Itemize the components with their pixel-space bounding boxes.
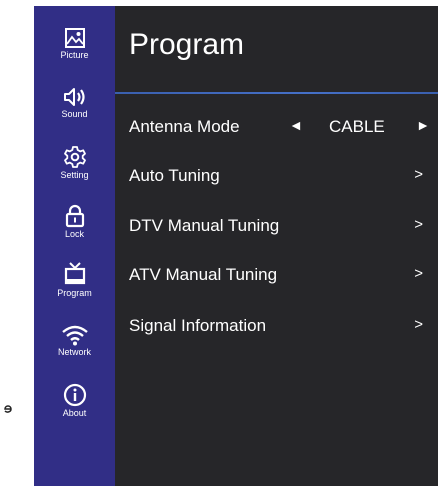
edge-glyph-fragment (4, 405, 12, 413)
sidebar-item-program[interactable]: Program (34, 261, 115, 298)
sidebar-item-sound[interactable]: Sound (34, 86, 115, 119)
left-arrow-icon[interactable]: ◄ (289, 117, 303, 133)
title-divider (115, 92, 438, 94)
sidebar-item-label: Lock (64, 229, 84, 239)
menu-row-auto-tuning[interactable]: Auto Tuning > (115, 158, 438, 192)
sidebar-item-label: Sound (61, 109, 88, 119)
lock-icon (65, 204, 84, 228)
sidebar-item-label: Picture (60, 50, 89, 60)
sidebar-item-picture[interactable]: Picture (34, 27, 115, 60)
tv-screen: Picture Sound Setting Lock Program Netwo… (34, 6, 438, 486)
menu-row-label: ATV Manual Tuning (129, 265, 278, 284)
menu-row-label: Signal Information (129, 316, 267, 335)
sidebar-item-label: About (62, 408, 87, 418)
chevron-right-icon: > (414, 265, 423, 282)
menu-row-label: DTV Manual Tuning (129, 216, 280, 235)
tv-icon (64, 262, 85, 285)
menu-row-antenna-mode[interactable]: Antenna Mode ◄ CABLE ► (115, 109, 438, 143)
program-menu: Program Antenna Mode ◄ CABLE ► Auto Tuni… (115, 6, 438, 486)
sidebar-item-label: Network (57, 347, 91, 357)
sidebar-item-lock[interactable]: Lock (34, 204, 115, 239)
chevron-right-icon: > (414, 166, 423, 183)
sidebar-item-setting[interactable]: Setting (34, 145, 115, 180)
gear-icon (63, 146, 86, 168)
menu-row-atv-manual-tuning[interactable]: ATV Manual Tuning > (115, 257, 438, 291)
page-title: Program (129, 28, 245, 61)
chevron-right-icon: > (414, 216, 423, 233)
menu-row-label: Antenna Mode (129, 117, 240, 136)
menu-row-label: Auto Tuning (129, 166, 220, 185)
sidebar-item-label: Setting (60, 170, 89, 180)
antenna-mode-value: CABLE (329, 117, 385, 136)
speaker-icon (63, 88, 85, 106)
wifi-icon (61, 325, 88, 346)
sidebar-item-network[interactable]: Network (34, 324, 115, 357)
menu-row-signal-information[interactable]: Signal Information > (115, 308, 438, 342)
info-icon (63, 383, 86, 407)
sidebar-item-about[interactable]: About (34, 383, 115, 418)
menu-row-dtv-manual-tuning[interactable]: DTV Manual Tuning > (115, 208, 438, 242)
sidebar-item-label: Program (57, 288, 92, 298)
right-arrow-icon[interactable]: ► (416, 117, 430, 133)
chevron-right-icon: > (414, 316, 423, 333)
picture-icon (64, 28, 85, 48)
sidebar: Picture Sound Setting Lock Program Netwo… (34, 6, 115, 486)
